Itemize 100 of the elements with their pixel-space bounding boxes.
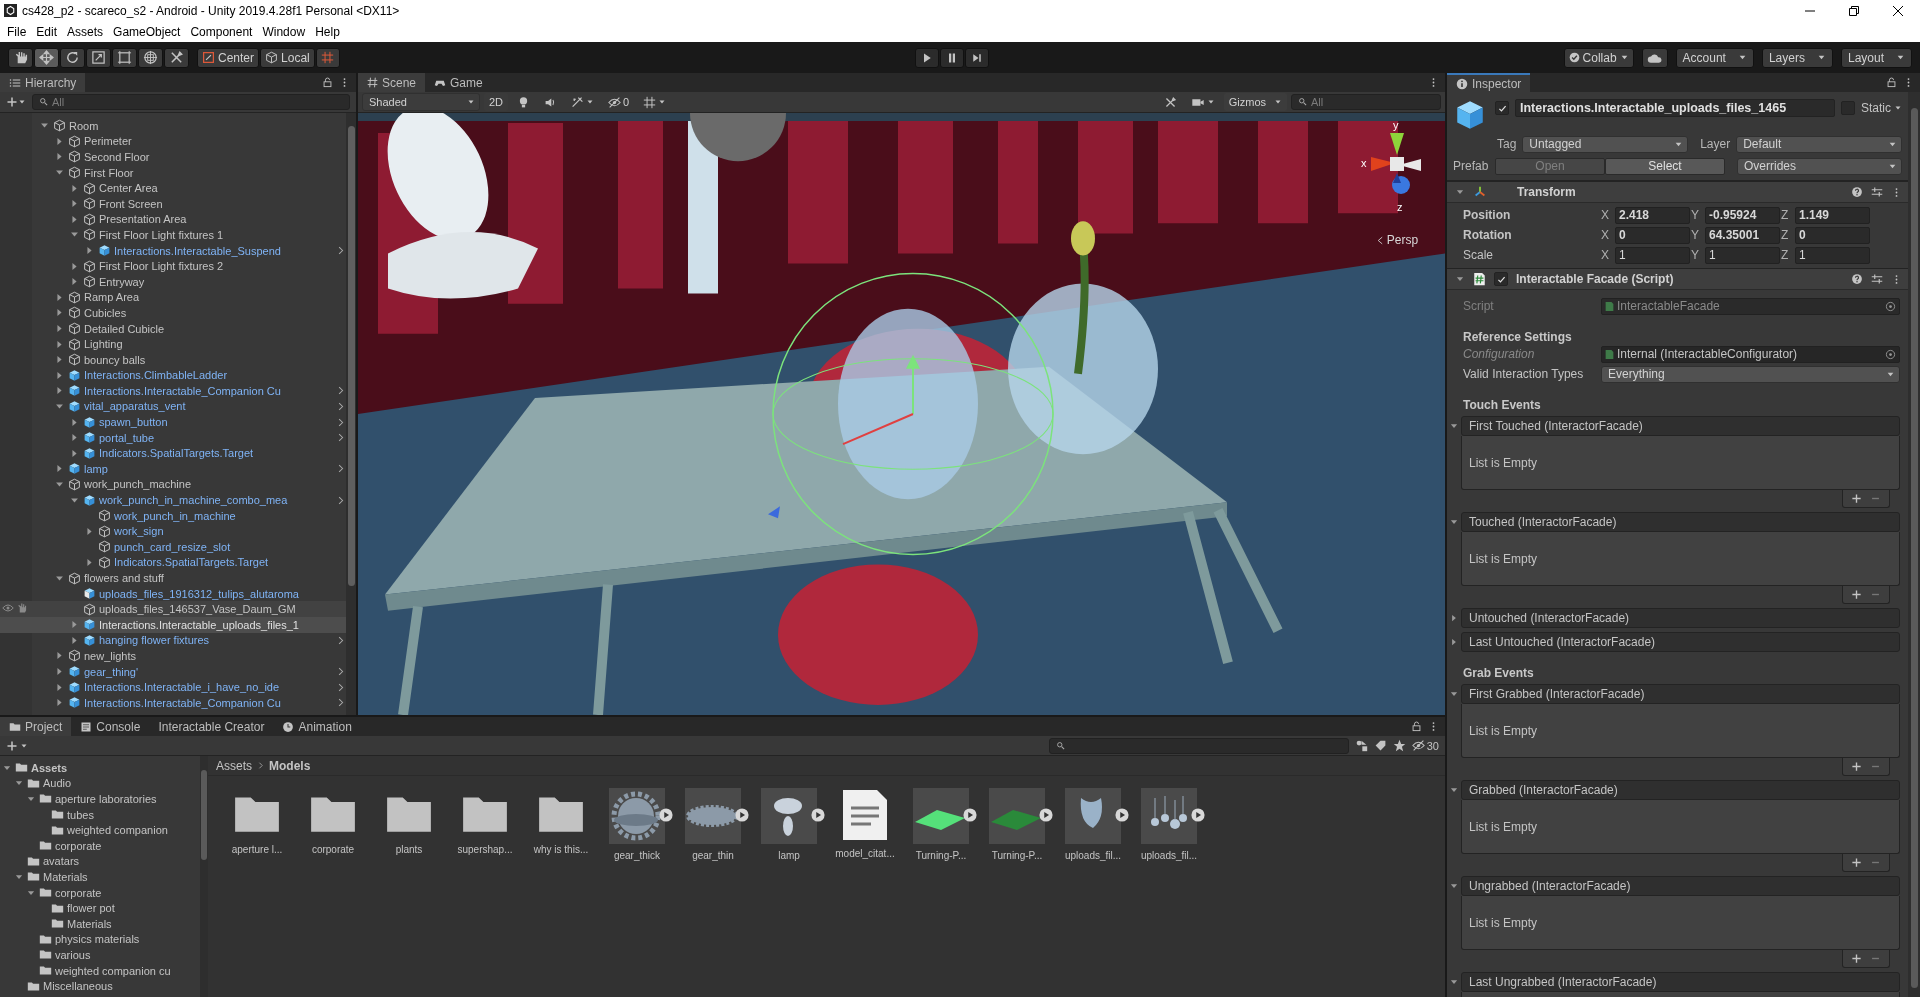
folder-item[interactable]: Materials bbox=[0, 915, 200, 932]
hierarchy-item[interactable]: First Floor Light fixtures 2 bbox=[0, 258, 346, 274]
step-button[interactable] bbox=[964, 47, 989, 68]
enabled-checkbox[interactable] bbox=[1494, 272, 1508, 286]
cloud-button[interactable] bbox=[1641, 47, 1668, 68]
play-circle-icon[interactable] bbox=[659, 808, 673, 822]
folder-item[interactable]: Miscellaneous bbox=[0, 978, 200, 994]
hierarchy-item[interactable]: hanging flower fixtures bbox=[0, 632, 346, 649]
model-thumbnail-icon[interactable] bbox=[685, 788, 741, 844]
disclosure-triangle-icon[interactable] bbox=[54, 135, 65, 147]
hierarchy-item[interactable]: Interactions.Interactable_i_have_no_ide bbox=[0, 679, 346, 695]
menu-item[interactable]: Component bbox=[185, 24, 258, 39]
tag-dropdown[interactable]: Untagged bbox=[1522, 135, 1689, 153]
menu-item[interactable]: Edit bbox=[31, 24, 63, 39]
hierarchy-item[interactable]: Detailed Cubicle bbox=[0, 320, 346, 337]
hierarchy-item[interactable]: Interactions.Interactable_Companion Cu bbox=[0, 694, 346, 711]
disclosure-triangle-icon[interactable] bbox=[69, 260, 80, 272]
move-tool[interactable] bbox=[34, 47, 59, 68]
help-icon[interactable] bbox=[1851, 186, 1863, 198]
panel-tab[interactable]: Console bbox=[71, 717, 150, 736]
snap-button[interactable] bbox=[315, 47, 340, 68]
hierarchy-item[interactable]: uploads_files_146537_Vase_Daum_GM bbox=[0, 601, 346, 617]
model-thumbnail-icon[interactable] bbox=[761, 788, 817, 844]
add-button[interactable] bbox=[1851, 953, 1862, 964]
hierarchy-item[interactable]: Interactions.ClimbableLadder bbox=[0, 367, 346, 384]
add-button[interactable] bbox=[1851, 761, 1862, 772]
event-header[interactable]: First Grabbed (InteractorFacade) bbox=[1461, 684, 1900, 704]
orientation-gizmo-drawing[interactable] bbox=[1371, 133, 1421, 194]
hierarchy-item[interactable]: work_punch_in_machine bbox=[0, 507, 346, 524]
label-tag-icon[interactable] bbox=[1373, 739, 1387, 752]
filter-type-icon[interactable] bbox=[1354, 739, 1368, 752]
disclosure-triangle-icon[interactable] bbox=[54, 666, 65, 678]
disclosure-triangle-icon[interactable] bbox=[54, 338, 65, 350]
play-button[interactable] bbox=[914, 47, 939, 68]
script-object-field[interactable]: InteractableFacade bbox=[1601, 297, 1900, 315]
inspector-tab[interactable]: Inspector bbox=[1447, 73, 1531, 92]
layout-dropdown[interactable]: Layout bbox=[1840, 47, 1912, 68]
hierarchy-item[interactable]: Second Floor bbox=[0, 149, 346, 165]
hierarchy-item[interactable]: punch_card_resize_slot bbox=[0, 539, 346, 555]
hierarchy-item[interactable]: Lighting bbox=[0, 336, 346, 352]
disclosure-triangle-icon[interactable] bbox=[84, 245, 95, 257]
pause-button[interactable] bbox=[939, 47, 964, 68]
disclosure-triangle-icon[interactable] bbox=[69, 213, 80, 225]
space-button[interactable]: Local bbox=[260, 47, 315, 68]
disclosure-triangle-icon[interactable] bbox=[84, 525, 95, 537]
hand-tool[interactable] bbox=[8, 47, 33, 68]
hierarchy-item[interactable]: Room bbox=[0, 118, 346, 134]
panel-tab[interactable]: Animation bbox=[273, 717, 361, 736]
visibility-eye-icon[interactable] bbox=[2, 602, 14, 615]
event-header[interactable]: Grabbed (InteractorFacade) bbox=[1461, 780, 1900, 800]
play-circle-icon[interactable] bbox=[1115, 808, 1129, 822]
play-circle-icon[interactable] bbox=[735, 808, 749, 822]
hierarchy-item[interactable]: First Floor bbox=[0, 164, 346, 181]
layers-dropdown[interactable]: Layers bbox=[1761, 47, 1833, 68]
folder-item[interactable]: Materials bbox=[0, 869, 200, 885]
disclosure-triangle-icon[interactable] bbox=[54, 681, 65, 693]
disclosure-triangle-icon[interactable] bbox=[54, 369, 65, 381]
number-field[interactable]: 0 bbox=[1795, 226, 1870, 244]
rect-tool[interactable] bbox=[112, 47, 137, 68]
model-thumbnail-icon[interactable] bbox=[1141, 788, 1197, 844]
event-header[interactable]: Untouched (InteractorFacade) bbox=[1461, 608, 1900, 628]
hierarchy-item[interactable]: uploads_files_1916312_tulips_alutaroma bbox=[0, 585, 346, 602]
disclosure-triangle-icon[interactable] bbox=[54, 385, 65, 397]
model-thumbnail-icon[interactable] bbox=[989, 788, 1045, 844]
event-header[interactable]: Last Untouched (InteractorFacade) bbox=[1461, 632, 1900, 652]
gizmos-dropdown[interactable]: Gizmos bbox=[1223, 93, 1287, 111]
scrollbar[interactable] bbox=[1908, 92, 1920, 997]
hierarchy-item[interactable]: gear_thing' bbox=[0, 663, 346, 680]
disclosure-triangle-icon[interactable] bbox=[69, 198, 80, 210]
menu-item[interactable]: File bbox=[2, 24, 32, 39]
hierarchy-item[interactable]: work_punch_machine bbox=[0, 476, 346, 493]
hierarchy-item[interactable]: Interactions.Interactable_Companion Cu bbox=[0, 383, 346, 399]
hierarchy-item[interactable]: Presentation Area bbox=[0, 211, 346, 228]
hierarchy-tab[interactable]: Hierarchy bbox=[0, 73, 86, 92]
disclosure-triangle-icon[interactable] bbox=[54, 323, 65, 334]
hierarchy-item[interactable]: spawn_button bbox=[0, 414, 346, 430]
star-icon[interactable] bbox=[1392, 739, 1406, 752]
active-checkbox[interactable] bbox=[1495, 101, 1509, 115]
disclosure-triangle-icon[interactable] bbox=[54, 307, 65, 319]
folder-item[interactable]: flower pot bbox=[0, 900, 200, 916]
collab-dropdown[interactable]: Collab bbox=[1563, 47, 1634, 68]
play-circle-icon[interactable] bbox=[811, 808, 825, 822]
add-button[interactable] bbox=[1851, 589, 1862, 600]
presets-icon[interactable] bbox=[1871, 273, 1883, 285]
event-header[interactable]: Last Ungrabbed (InteractorFacade) bbox=[1461, 972, 1900, 992]
breadcrumb-item[interactable]: Assets bbox=[216, 758, 252, 773]
hierarchy-item[interactable]: flowers and stuff bbox=[0, 570, 346, 586]
presets-icon[interactable] bbox=[1871, 186, 1883, 198]
scrollbar[interactable] bbox=[346, 113, 356, 715]
lock-icon[interactable] bbox=[1411, 721, 1422, 732]
play-circle-icon[interactable] bbox=[963, 808, 977, 822]
custom-tool[interactable] bbox=[164, 47, 189, 68]
object-picker-icon[interactable] bbox=[1885, 300, 1896, 312]
hidden-objects-toggle[interactable]: 0 bbox=[603, 93, 635, 111]
number-field[interactable]: 1 bbox=[1795, 246, 1870, 264]
panel-tab[interactable]: Interactable Creator bbox=[149, 717, 274, 736]
menu-item[interactable]: GameObject bbox=[108, 24, 186, 39]
hierarchy-item[interactable]: Ramp Area bbox=[0, 289, 346, 306]
hierarchy-item[interactable]: Indicators.SpatialTargets.Target bbox=[0, 554, 346, 571]
folder-item[interactable]: weighted companion cu bbox=[0, 962, 200, 979]
